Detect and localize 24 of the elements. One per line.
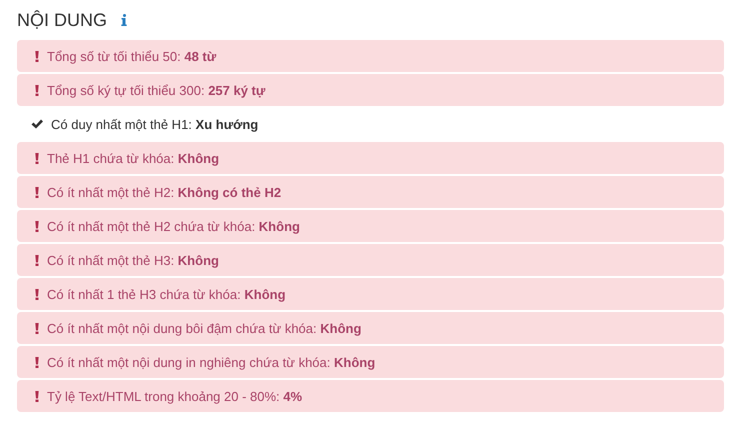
exclamation-icon [35,322,39,334]
exclamation-icon [35,254,39,266]
check-icon [31,119,43,129]
check-text: Tỷ lệ Text/HTML trong khoảng 20 - 80%: 4% [47,388,302,404]
check-text: Có duy nhất một thẻ H1: Xu hướng [51,116,258,132]
check-text: Có ít nhất một nội dung bôi đậm chứa từ khóa: Không [47,320,362,336]
check-text: Có ít nhất 1 thẻ H3 chứa từ khóa: Không [47,286,286,302]
check-text: Thẻ H1 chứa từ khóa: Không [47,150,220,166]
check-text: Tổng số từ tối thiểu 50: 48 từ [47,48,216,64]
exclamation-icon [35,50,39,62]
section-title: NỘI DUNG [17,10,107,30]
check-text: Có ít nhất một thẻ H3: Không [47,252,219,268]
exclamation-icon [35,152,39,164]
check-text: Có ít nhất một thẻ H2: Không có thẻ H2 [47,184,282,200]
exclamation-icon [35,390,39,402]
check-text: Có ít nhất một thẻ H2 chứa từ khóa: Không [47,218,300,234]
exclamation-icon [35,186,39,198]
exclamation-icon [35,220,39,232]
exclamation-icon [35,84,39,96]
check-text: Tổng số ký tự tối thiểu 300: 257 ký tự [47,82,266,98]
check-text: Có ít nhất một nội dung in nghiêng chứa từ khóa: Không [47,354,376,370]
exclamation-icon [35,288,39,300]
exclamation-icon [35,356,39,368]
info-icon[interactable] [121,14,127,26]
